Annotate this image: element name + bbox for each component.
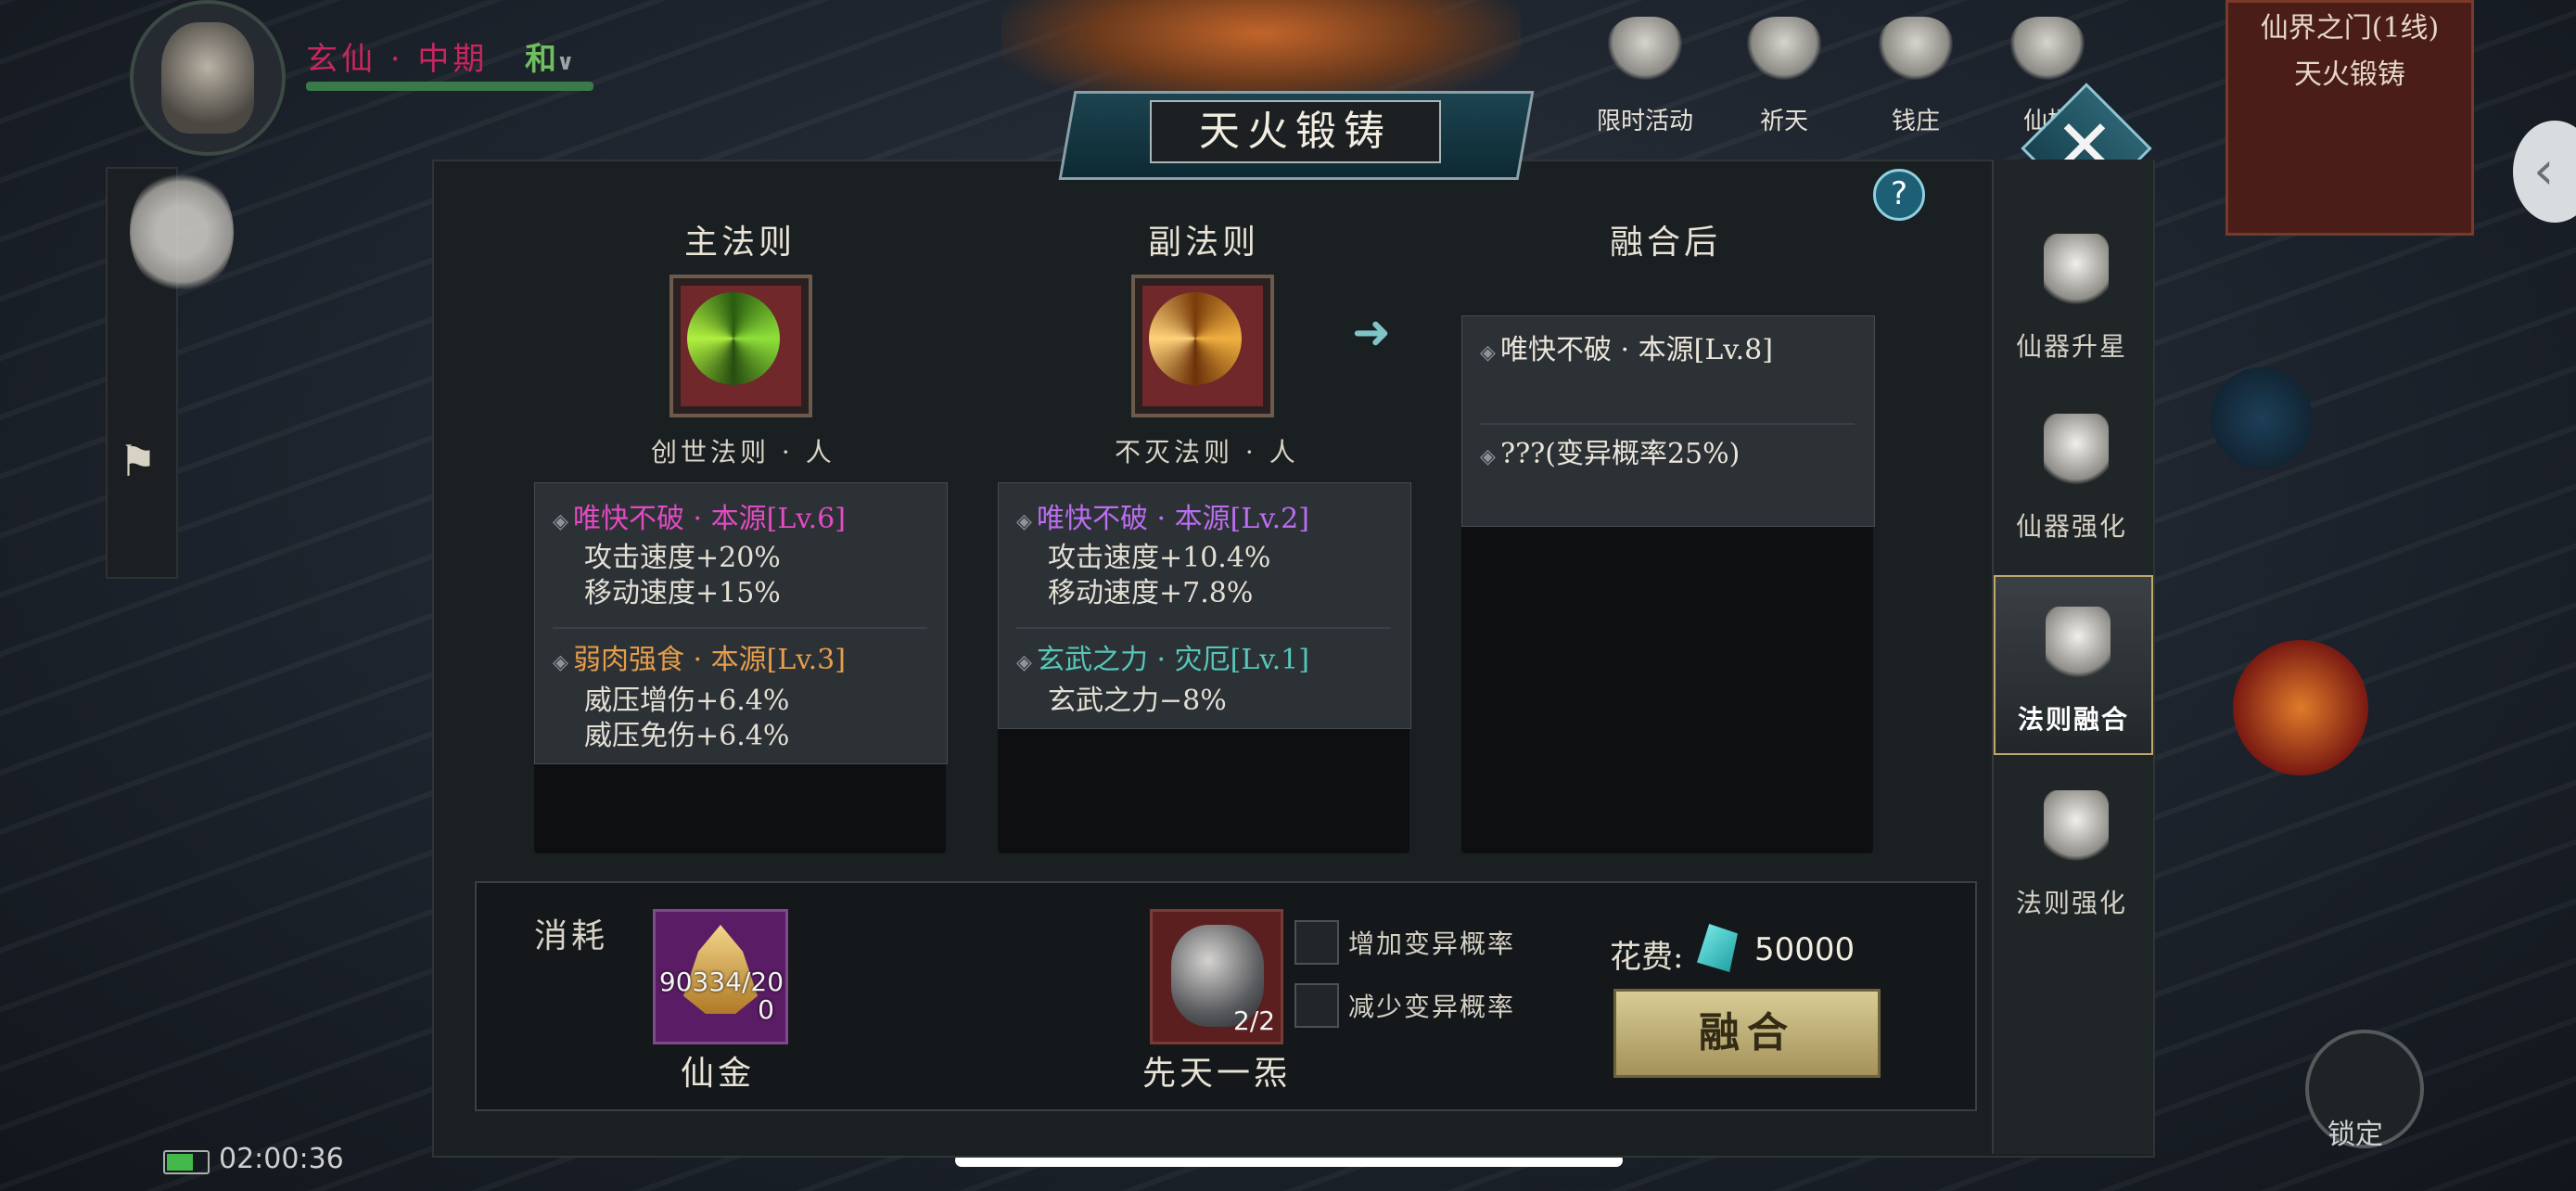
experience-bar [306, 82, 593, 91]
help-button[interactable]: ? [1873, 169, 1925, 221]
main-entry-2-line-2: 威压免伤+6.4% [584, 720, 790, 752]
innate-qi-count: 2/2 [1233, 1005, 1276, 1036]
limited-event-button[interactable]: 限时活动 [1597, 17, 1693, 135]
main-law-stats: ◈ 唯快不破 · 本源[Lv.6] 攻击速度+20% 移动速度+15% ◈ 弱肉… [534, 482, 948, 853]
status-time: 02:00:36 [219, 1143, 344, 1175]
pk-mode-toggle[interactable]: 和∨ [525, 33, 575, 79]
main-entry-2-head: 弱肉强食 · 本源[Lv.3] [573, 644, 846, 676]
increase-mutation-label: 增加变异概率 [1348, 928, 1516, 959]
main-law-slot[interactable] [670, 275, 812, 417]
diamond-icon: ◈ [1480, 341, 1496, 365]
fire-skill-icon[interactable] [2233, 640, 2368, 775]
main-entry-1: ◈ 唯快不破 · 本源[Lv.6] [553, 495, 846, 536]
battery-fill [167, 1154, 193, 1171]
arrow-right-icon: ➜ [1352, 305, 1391, 359]
main-entry-2: ◈ 弱肉强食 · 本源[Lv.3] [553, 636, 846, 677]
diamond-icon: ◈ [1016, 651, 1032, 674]
result-title: 融合后 [1610, 224, 1722, 262]
main-law-name: 创世法则 · 人 [651, 437, 835, 467]
gold-count-line-1: 90334/20 [658, 967, 784, 997]
green-swirl-icon [687, 292, 780, 385]
result-stats: ◈ 唯快不破 · 本源[Lv.8] ◈ ???(变异概率25%) [1461, 315, 1875, 853]
flag-icon[interactable]: ⚑ [119, 436, 163, 488]
map-gate-panel[interactable]: 仙界之门(1线) 天火锻铸 [2225, 0, 2474, 236]
cost-label: 花费: [1610, 939, 1684, 976]
limited-event-label: 限时活动 [1596, 108, 1693, 135]
pray-button[interactable]: 祈天 [1743, 17, 1825, 135]
immortal-button[interactable]: 仙楼 [2007, 17, 2088, 135]
sub-law-stats: ◈ 唯快不破 · 本源[Lv.2] 攻击速度+10.4% 移动速度+7.8% ◈… [998, 482, 1411, 853]
diamond-icon: ◈ [553, 510, 568, 533]
orange-swirl-icon [1149, 292, 1242, 385]
hammer-icon [2044, 414, 2109, 488]
decrease-mutation-checkbox[interactable] [1294, 983, 1339, 1028]
dialog-title: 天火锻铸 [1150, 100, 1441, 163]
increase-mutation-checkbox[interactable] [1294, 920, 1339, 965]
chat-bubble-icon[interactable] [130, 167, 234, 297]
artifact-star-icon [2044, 234, 2109, 308]
diamond-icon: ◈ [553, 651, 568, 674]
sub-entry-1: ◈ 唯快不破 · 本源[Lv.2] [1016, 495, 1309, 536]
sub-entry-1-head: 唯快不破 · 本源[Lv.2] [1037, 503, 1309, 535]
sidebar-item-law-fusion[interactable]: 法则融合 [1994, 575, 2153, 755]
shop-label: 钱庄 [1891, 108, 1940, 135]
result-entry-2-head: ???(变异概率25%) [1500, 438, 1741, 470]
sidebar-item-artifact-star-up[interactable]: 仙器升星 [1994, 204, 2149, 380]
sub-entry-2-line-1: 玄武之力−8% [1048, 685, 1227, 717]
immortal-icon [2010, 17, 2085, 82]
main-law-title: 主法则 [684, 224, 797, 262]
hammer-icon [2044, 790, 2109, 864]
sidebar-label: 仙器强化 [2015, 511, 2127, 542]
shop-icon [1879, 17, 1953, 82]
innate-qi-name: 先天一炁 [1142, 1055, 1292, 1093]
divider [1480, 423, 1855, 425]
limited-event-icon [1608, 17, 1682, 82]
sub-law-title: 副法则 [1148, 224, 1260, 262]
divider [1016, 627, 1391, 629]
sidebar-item-artifact-strengthen[interactable]: 仙器强化 [1994, 384, 2149, 560]
sidebar-label: 法则强化 [2015, 888, 2127, 918]
chevron-left-icon: ‹ [2533, 141, 2555, 201]
sub-entry-2-head: 玄武之力 · 灾厄[Lv.1] [1037, 644, 1309, 676]
pray-label: 祈天 [1759, 108, 1808, 135]
map-line-label: 仙界之门(1线) [2260, 12, 2440, 45]
diamond-icon: ◈ [1016, 510, 1032, 533]
fusion-swirl-icon [2046, 607, 2111, 681]
cost-value: 50000 [1754, 931, 1855, 968]
sub-law-slot[interactable] [1131, 275, 1274, 417]
sidebar-item-law-strengthen[interactable]: 法则强化 [1994, 761, 2149, 937]
pk-mode-label: 和 [525, 41, 556, 78]
chevron-down-icon: ∨ [556, 48, 575, 75]
main-entry-1-line-2: 移动速度+15% [584, 577, 781, 609]
taiji-skill-icon[interactable] [2211, 367, 2313, 469]
result-entry-1: ◈ 唯快不破 · 本源[Lv.8] [1480, 327, 1773, 367]
sidebar-label: 仙器升星 [2015, 331, 2127, 362]
sub-law-name: 不灭法则 · 人 [1115, 437, 1299, 467]
diamond-icon: ◈ [1480, 445, 1496, 468]
sub-entry-1-line-2: 移动速度+7.8% [1048, 577, 1254, 609]
result-entry-1-head: 唯快不破 · 本源[Lv.8] [1500, 334, 1773, 366]
divider [553, 627, 927, 629]
player-avatar[interactable] [130, 0, 286, 156]
pray-icon [1747, 17, 1821, 82]
immortal-gold-count: 90334/20 0 [657, 968, 786, 1024]
main-entry-1-head: 唯快不破 · 本源[Lv.6] [573, 503, 846, 535]
battery-icon [163, 1150, 210, 1174]
consume-label: 消耗 [534, 917, 609, 955]
sub-entry-2: ◈ 玄武之力 · 灾厄[Lv.1] [1016, 636, 1309, 677]
decrease-mutation-label: 减少变异概率 [1348, 992, 1516, 1022]
immortal-gold-name: 仙金 [681, 1055, 756, 1093]
lock-label: 锁定 [2327, 1119, 2383, 1151]
result-entry-2: ◈ ???(变异概率25%) [1480, 430, 1740, 471]
shop-button[interactable]: 钱庄 [1875, 17, 1957, 135]
gold-count-line-2: 0 [758, 994, 774, 1025]
fuse-button[interactable]: 融合 [1613, 989, 1881, 1078]
sidebar-label: 法则融合 [2017, 704, 2129, 735]
player-realm: 玄仙 · 中期 [306, 41, 489, 78]
map-location-label: 天火锻铸 [2294, 58, 2405, 91]
avatar-face [161, 22, 254, 134]
